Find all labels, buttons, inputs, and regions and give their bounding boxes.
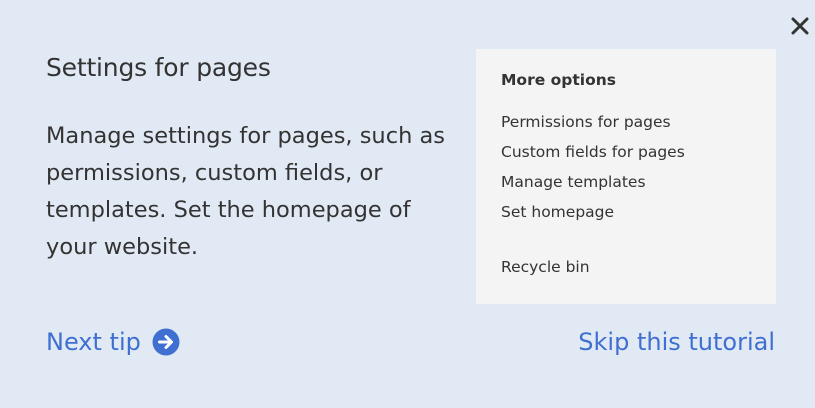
dialog-title: Settings for pages [46, 53, 271, 82]
option-custom-fields-for-pages[interactable]: Custom fields for pages [501, 142, 685, 172]
option-permissions-for-pages[interactable]: Permissions for pages [501, 112, 685, 142]
next-tip-label: Next tip [46, 328, 141, 356]
option-recycle-bin[interactable]: Recycle bin [501, 257, 685, 287]
skip-tutorial-link[interactable]: Skip this tutorial [578, 326, 775, 358]
more-options-heading: More options [501, 71, 617, 89]
more-options-panel: More options Permissions for pages Custo… [476, 49, 776, 304]
close-icon [791, 17, 809, 35]
next-tip-link[interactable]: Next tip [46, 326, 180, 358]
dialog-description: Manage settings for pages, such as permi… [46, 123, 445, 260]
arrow-right-circle-icon [152, 328, 180, 356]
close-button[interactable] [787, 12, 813, 40]
more-options-list: Permissions for pages Custom fields for … [501, 112, 685, 287]
option-set-homepage[interactable]: Set homepage [501, 202, 685, 232]
option-manage-templates[interactable]: Manage templates [501, 172, 685, 202]
